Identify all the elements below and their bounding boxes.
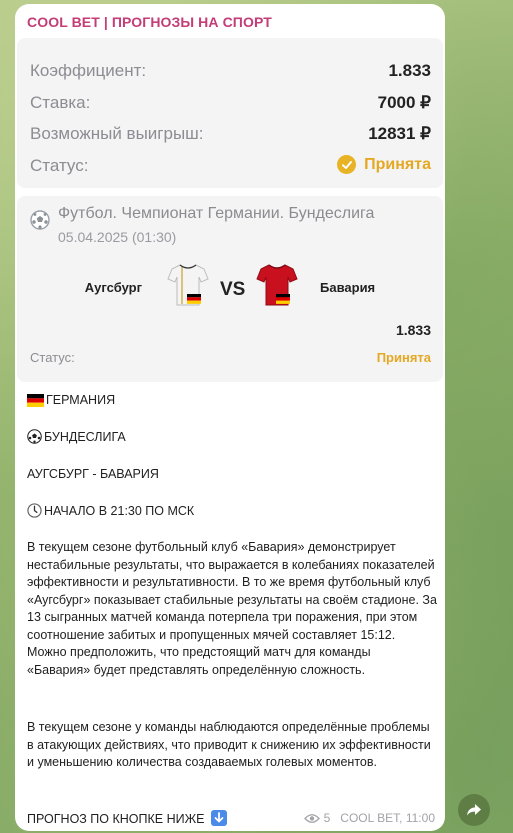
status-badge: Принята [337, 155, 431, 174]
away-team-name: Бавария [320, 280, 376, 295]
stake-label: Ставка: [30, 93, 91, 112]
germany-flag-icon [27, 394, 44, 413]
home-team-name: Аугсбург [84, 280, 142, 295]
message-bubble: COOL BET | ПРОГНОЗЫ НА СПОРТ Коэффициент… [15, 4, 445, 831]
coefficient-row: Коэффициент: 1.833 [30, 61, 431, 85]
eye-icon [303, 813, 320, 824]
view-count: 5 [323, 811, 331, 825]
country-line: ГЕРМАНИЯ [27, 392, 115, 413]
league-text: БУНДЕСЛИГА [44, 430, 126, 444]
status-row: Статус: Принята [30, 155, 431, 180]
footer-line: ПРОГНОЗ ПО КНОПКЕ НИЖЕ [27, 810, 229, 831]
vs-label: VS [220, 279, 246, 300]
start-line: НАЧАЛО В 21:30 ПО МСК [27, 503, 194, 524]
match-status-label: Статус: [30, 350, 75, 365]
channel-name[interactable]: COOL BET | ПРОГНОЗЫ НА СПОРТ [27, 14, 272, 30]
teams-line: АУГСБУРГ - БАВАРИЯ [27, 467, 159, 481]
down-arrow-icon [210, 810, 227, 831]
league-title: Футбол. Чемпионат Германии. Бундеслига [58, 205, 375, 222]
match-odds: 1.833 [395, 322, 431, 338]
home-jersey-icon [167, 262, 209, 313]
check-icon [337, 155, 357, 174]
coefficient-label: Коэффициент: [30, 61, 147, 80]
bet-card[interactable]: Коэффициент: 1.833 Ставка: 7000 ₽ Возмож… [17, 38, 443, 188]
message-meta: 5 COOL BET, 11:00 [303, 811, 435, 825]
status-value: Принята [364, 155, 431, 173]
soccer-ball-icon [30, 210, 50, 230]
soccer-ball-icon [27, 429, 42, 450]
match-status-value: Принята [376, 350, 431, 365]
win-label: Возможный выигрыш: [30, 124, 204, 143]
footer-text: ПРОГНОЗ ПО КНОПКЕ НИЖЕ [27, 812, 205, 826]
share-icon [466, 803, 482, 817]
country-text: ГЕРМАНИЯ [46, 393, 116, 407]
win-row: Возможный выигрыш: 12831 ₽ [30, 124, 431, 148]
start-text: НАЧАЛО В 21:30 ПО МСК [44, 504, 195, 518]
author-time: COOL BET, 11:00 [340, 811, 435, 825]
match-date: 05.04.2025 (01:30) [58, 229, 177, 245]
analysis-paragraph-2: В текущем сезоне у команды наблюдаются о… [27, 720, 431, 769]
status-label: Статус: [30, 156, 89, 175]
stake-value: 7000 ₽ [377, 93, 431, 112]
stake-row: Ставка: 7000 ₽ [30, 93, 431, 117]
win-value: 12831 ₽ [368, 124, 431, 143]
coefficient-value: 1.833 [388, 61, 431, 80]
clock-icon [27, 503, 42, 524]
match-card[interactable]: Футбол. Чемпионат Германии. Бундеслига 0… [17, 196, 443, 382]
away-jersey-icon [256, 262, 298, 313]
league-line: БУНДЕСЛИГА [27, 429, 126, 450]
share-button[interactable] [458, 794, 490, 826]
analysis-paragraph-1: В текущем сезоне футбольный клуб «Бавари… [27, 540, 437, 677]
